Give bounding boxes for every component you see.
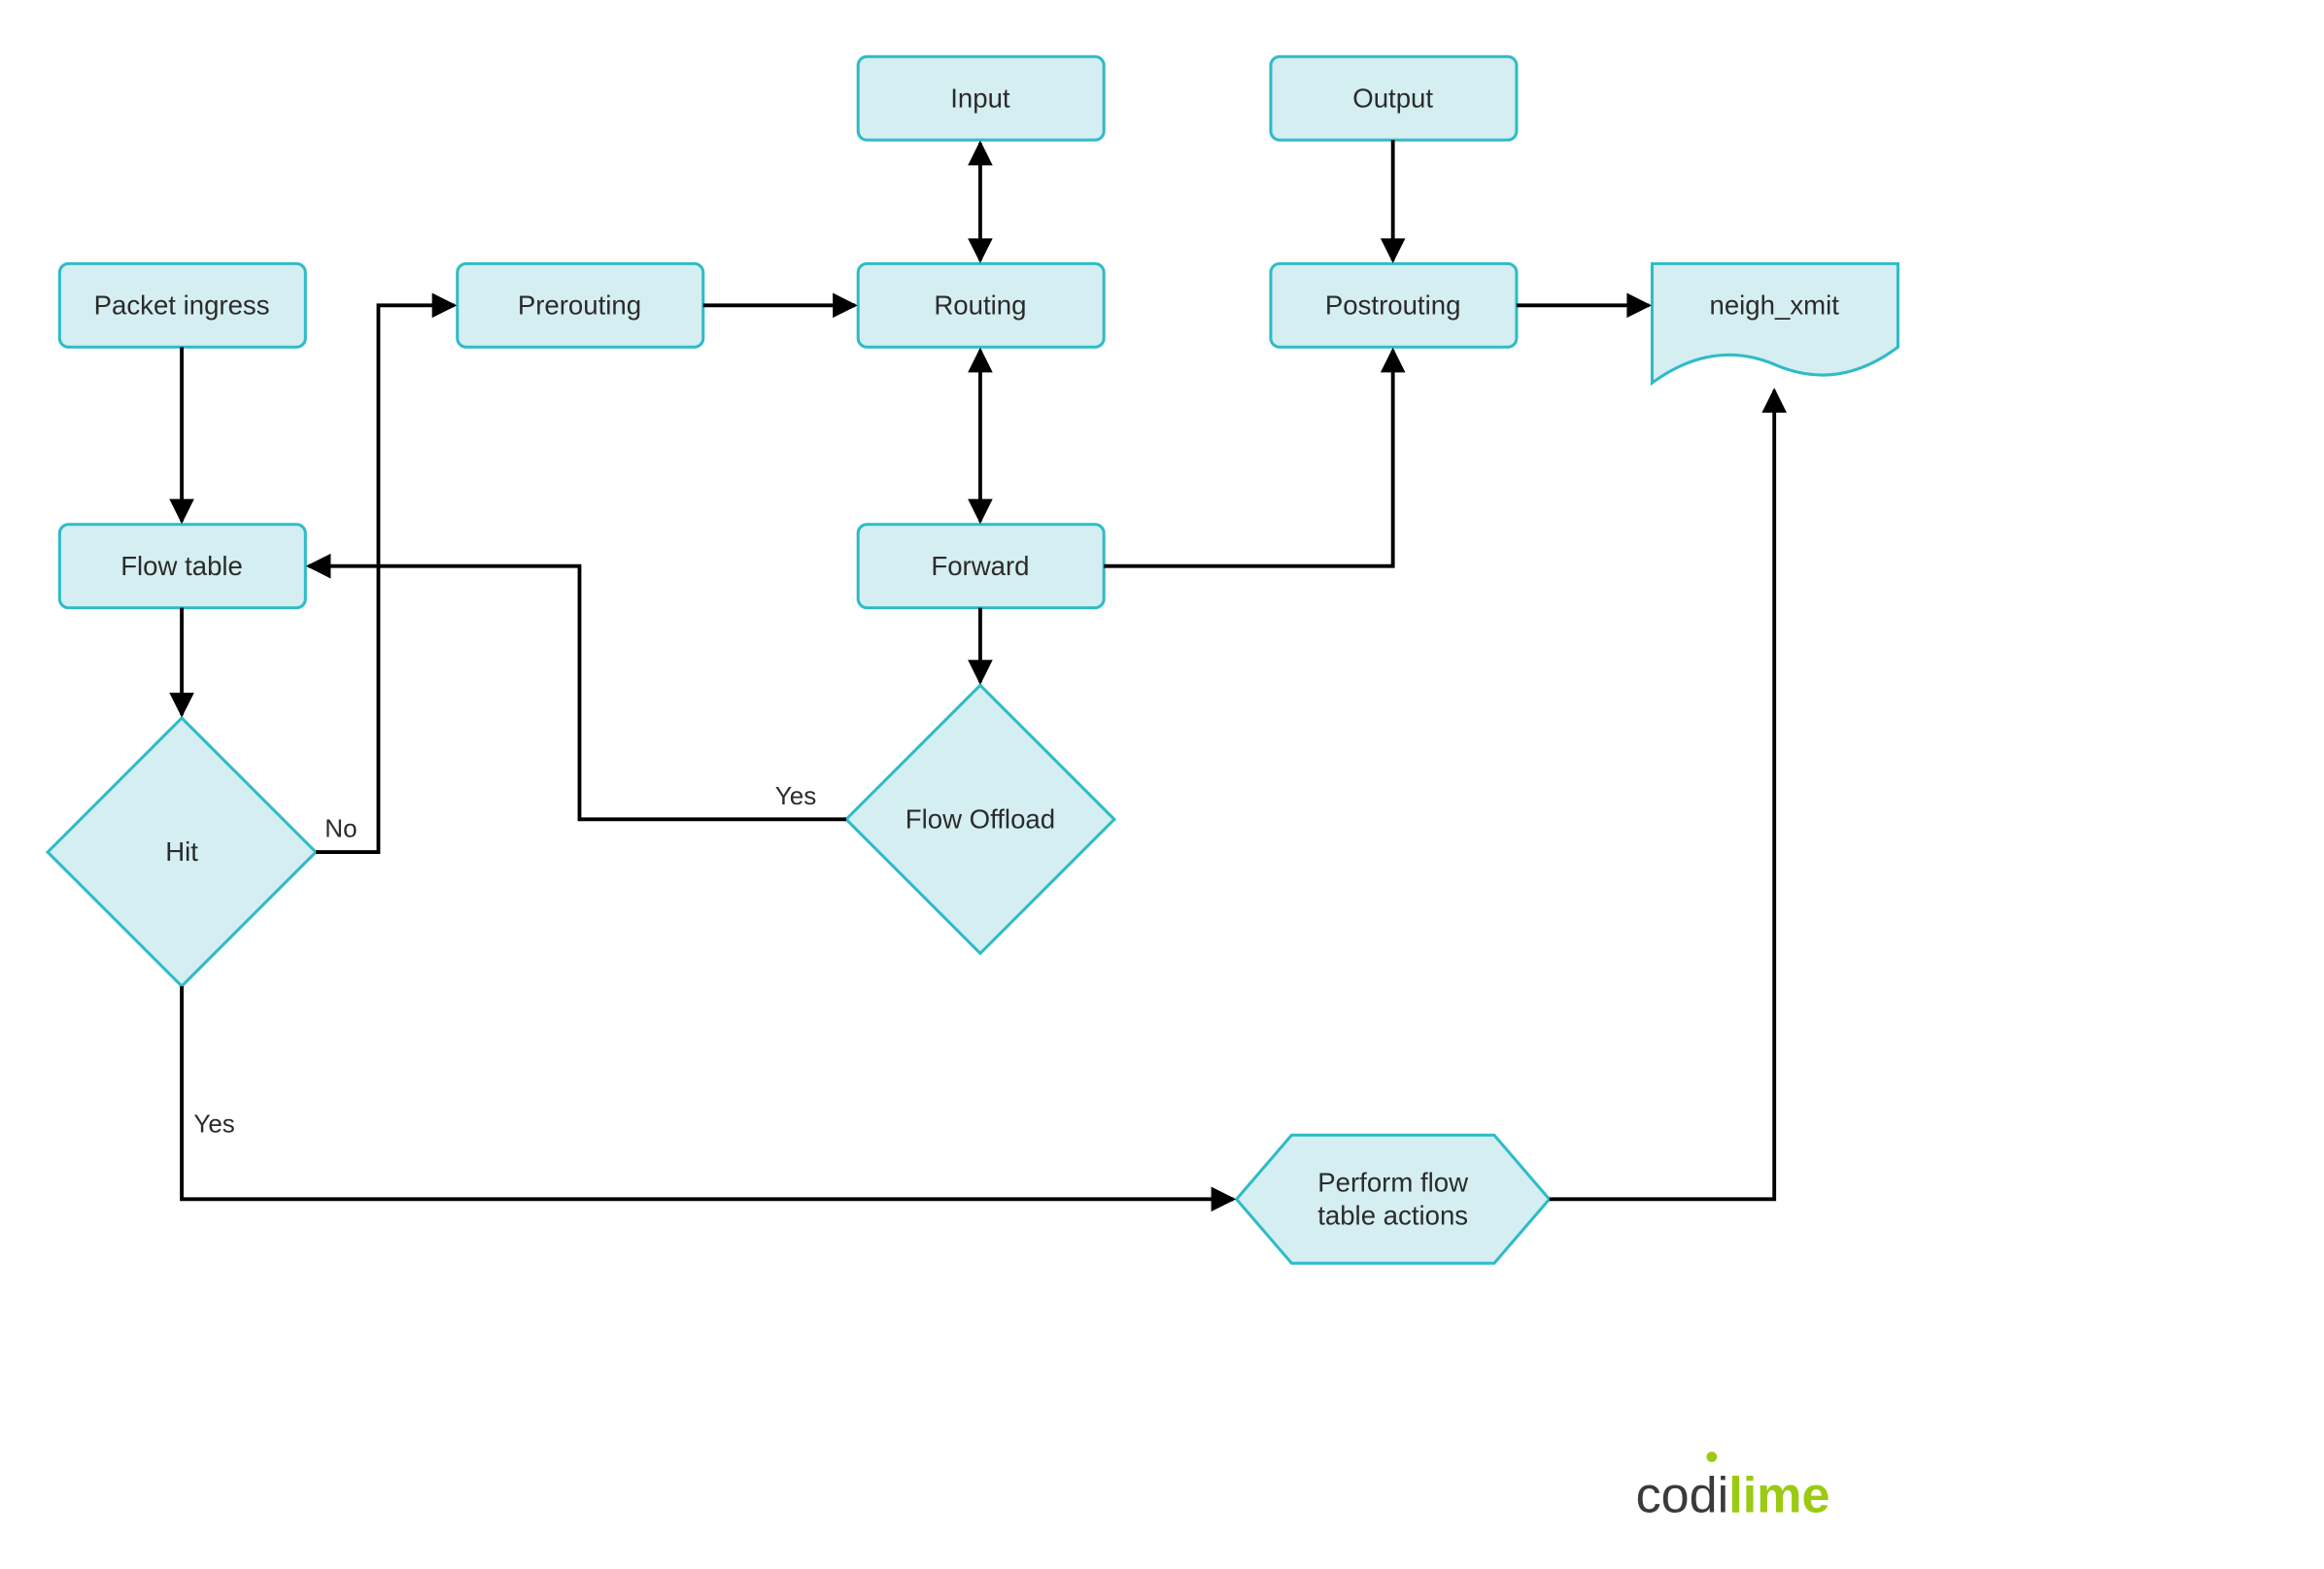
edge-forward-postrouting xyxy=(1104,350,1392,565)
label-perform-actions-1: Perform flow xyxy=(1317,1168,1468,1198)
label-output: Output xyxy=(1352,83,1433,113)
logo-codilime: codilime xyxy=(1636,1451,1830,1523)
label-postrouting: Postrouting xyxy=(1325,290,1461,321)
edge-hit-no-prerouting xyxy=(316,305,455,852)
edge-hit-yes-perform xyxy=(182,986,1234,1199)
label-input: Input xyxy=(950,83,1010,113)
label-flow-offload: Flow Offload xyxy=(906,804,1055,835)
label-forward: Forward xyxy=(931,551,1029,581)
node-neigh-xmit xyxy=(1652,263,1897,383)
node-perform-actions: Perform flow table actions xyxy=(1237,1135,1550,1263)
label-routing: Routing xyxy=(934,290,1026,321)
label-packet-ingress: Packet ingress xyxy=(94,290,270,321)
label-flow-table: Flow table xyxy=(120,551,243,581)
label-perform-actions-2: table actions xyxy=(1317,1200,1468,1230)
label-hit: Hit xyxy=(165,836,198,867)
label-neigh-xmit: neigh_xmit xyxy=(1710,290,1840,321)
label-prerouting: Prerouting xyxy=(518,290,641,321)
label-offload-yes: Yes xyxy=(775,781,817,810)
edge-perform-neigh xyxy=(1550,391,1775,1200)
flowchart: Input Output Packet ingress Prerouting R… xyxy=(0,0,2324,1569)
node-hit: Hit xyxy=(48,718,316,986)
svg-text:codilime: codilime xyxy=(1636,1467,1830,1523)
edge-offload-flowtable xyxy=(308,566,846,820)
label-hit-yes: Yes xyxy=(193,1109,235,1138)
node-flow-offload: Flow Offload xyxy=(846,685,1114,953)
label-hit-no: No xyxy=(325,814,357,843)
